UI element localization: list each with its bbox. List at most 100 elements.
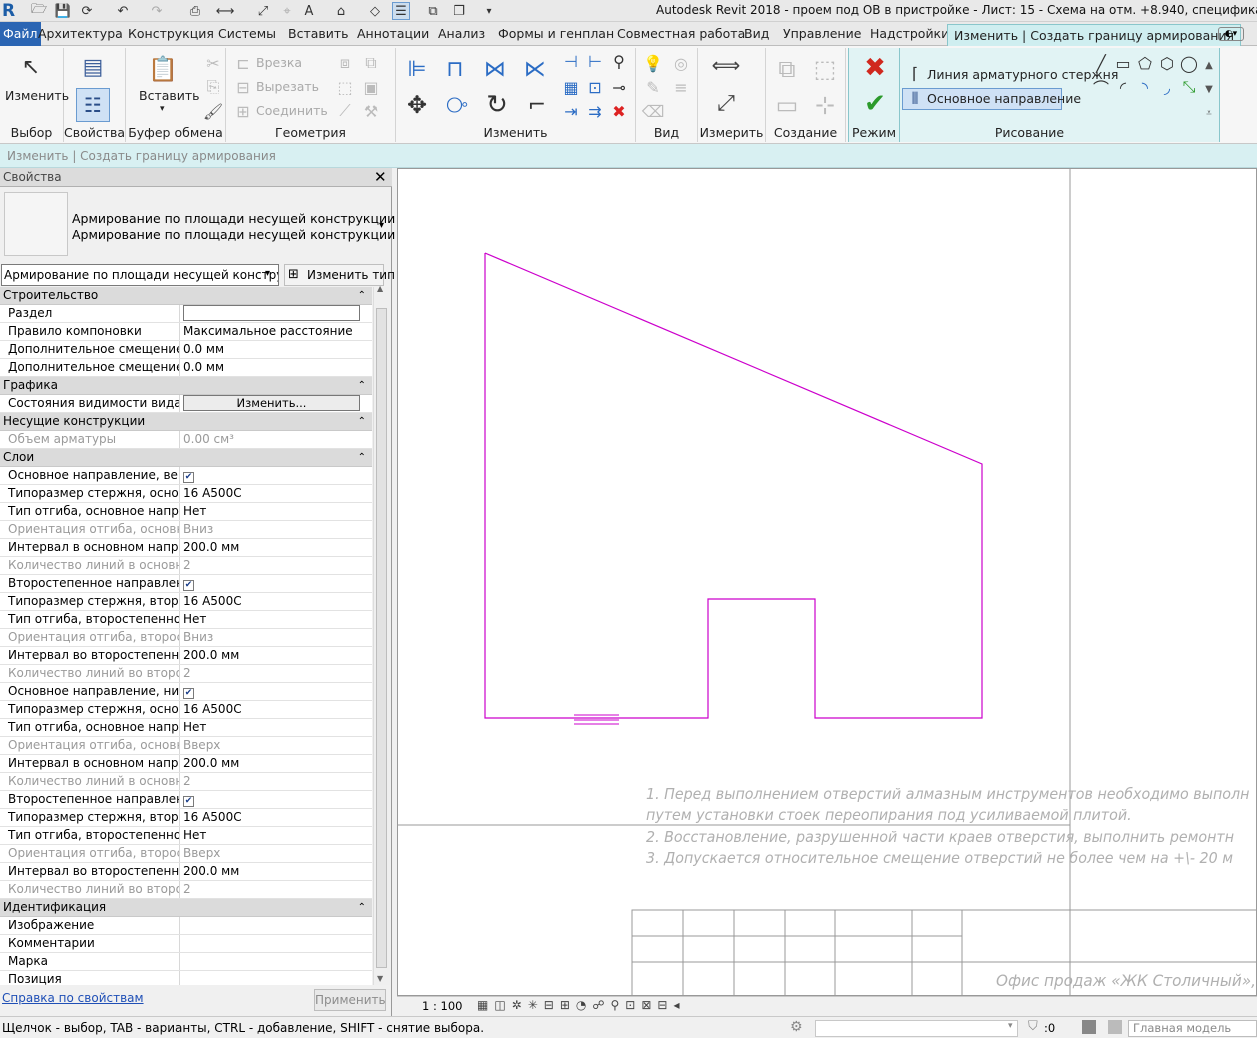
filter-icon[interactable]: ≡ bbox=[670, 76, 692, 98]
filter-icon[interactable]: ⛉ bbox=[1028, 1019, 1038, 1034]
property-value[interactable]: 200.0 мм bbox=[180, 647, 372, 664]
property-checkbox[interactable]: ✔ bbox=[183, 688, 194, 699]
tag-icon[interactable]: ⌖ bbox=[278, 2, 296, 20]
copy-element-icon[interactable]: ⧂ bbox=[442, 90, 472, 120]
property-group-header[interactable]: Графика ⌃ bbox=[0, 377, 372, 395]
workset-dropdown[interactable] bbox=[815, 1020, 1018, 1037]
mirror-draw-icon[interactable]: ⋉ bbox=[520, 54, 550, 84]
collapse-group-icon[interactable]: ⌃ bbox=[358, 287, 366, 304]
tab-view[interactable]: Вид bbox=[738, 22, 775, 46]
trim-icon[interactable]: ⟋ bbox=[334, 100, 356, 122]
paste-dropdown-icon[interactable]: ▾ bbox=[160, 104, 165, 114]
scroll-up-icon[interactable]: ▲ bbox=[377, 284, 383, 293]
property-checkbox[interactable]: ✔ bbox=[183, 580, 194, 591]
move-icon[interactable]: ✥ bbox=[402, 90, 432, 120]
property-value[interactable]: 16 A500C bbox=[180, 593, 372, 610]
paste-icon[interactable]: 📋 bbox=[148, 54, 178, 84]
trim-extend-icon[interactable]: ⌐ bbox=[522, 90, 552, 120]
cut-geometry-icon[interactable]: ⊟ bbox=[232, 76, 254, 98]
finish-edit-icon[interactable]: ✔ bbox=[861, 89, 889, 119]
split-icon[interactable]: ⊣ bbox=[560, 50, 582, 72]
property-group-header[interactable]: Идентификация ⌃ bbox=[0, 899, 372, 917]
property-value[interactable] bbox=[180, 305, 372, 322]
wall-joins-icon[interactable]: ⧈ bbox=[334, 52, 356, 74]
demolish-icon[interactable]: ⬚ bbox=[334, 76, 356, 98]
property-value[interactable]: 200.0 мм bbox=[180, 755, 372, 772]
close-icon[interactable]: ✕ bbox=[374, 168, 387, 186]
property-value[interactable]: Максимальное расстояние bbox=[180, 323, 372, 340]
center-arc-icon[interactable]: ◜ bbox=[1112, 76, 1134, 98]
property-value[interactable]: 16 A500C bbox=[180, 701, 372, 718]
inscribed-polygon-icon[interactable]: ⬠ bbox=[1134, 52, 1156, 74]
hide-icon[interactable]: ◎ bbox=[670, 52, 692, 74]
sync-icon[interactable]: ⟳ bbox=[78, 2, 96, 20]
property-value[interactable] bbox=[180, 971, 372, 985]
cancel-edit-icon[interactable]: ✖ bbox=[861, 53, 889, 83]
mirror-axis-icon[interactable]: ⋈ bbox=[480, 54, 510, 84]
cut-icon[interactable]: ✂ bbox=[202, 52, 224, 74]
aligned-dimension-icon[interactable]: ⤢ bbox=[706, 91, 746, 116]
split-gap-icon[interactable]: ⊢ bbox=[584, 50, 606, 72]
bar-line-icon[interactable]: ⌈ bbox=[904, 62, 926, 84]
array-icon[interactable]: ▦ bbox=[560, 76, 582, 98]
cope-button[interactable]: Врезка bbox=[256, 55, 302, 70]
property-value[interactable]: 0.0 мм bbox=[180, 359, 372, 376]
area-reinforcement-boundary[interactable] bbox=[484, 252, 983, 719]
modify-button[interactable]: Изменить bbox=[5, 88, 69, 103]
tangent-arc-icon[interactable]: ◝ bbox=[1134, 76, 1156, 98]
property-value[interactable]: Нет bbox=[180, 827, 372, 844]
chevron-down-icon[interactable]: ▾ bbox=[265, 268, 270, 279]
property-value[interactable]: ✔ bbox=[180, 683, 372, 700]
tab-systems[interactable]: Системы bbox=[212, 22, 282, 46]
thin-lines-icon[interactable]: ☰ bbox=[392, 2, 410, 20]
scroll-down-icon[interactable]: ▼ bbox=[377, 974, 383, 983]
property-value[interactable] bbox=[180, 935, 372, 952]
create-parts-icon[interactable]: ⧉ bbox=[772, 54, 802, 84]
property-value[interactable]: 200.0 мм bbox=[180, 863, 372, 880]
design-options-icon[interactable] bbox=[1082, 1020, 1096, 1034]
join-icon[interactable]: ⊞ bbox=[232, 100, 254, 122]
gallery-down-icon[interactable]: ▼ bbox=[1198, 78, 1220, 100]
section-icon[interactable]: ◇ bbox=[366, 2, 384, 20]
redo-icon[interactable]: ↷ bbox=[148, 2, 166, 20]
hammer-icon[interactable]: ⚒ bbox=[360, 100, 382, 122]
worksets-icon[interactable]: ⚙ bbox=[790, 1019, 803, 1035]
create-group-icon[interactable]: ▭ bbox=[772, 90, 802, 120]
line-tool-icon[interactable]: ╱ bbox=[1090, 52, 1112, 74]
eraser-icon[interactable]: ⌫ bbox=[642, 100, 665, 122]
print-icon[interactable]: ⎙ bbox=[186, 2, 204, 20]
extend-multiple-icon[interactable]: ⇉ bbox=[584, 100, 606, 122]
property-value[interactable]: Нет bbox=[180, 503, 372, 520]
save-icon[interactable]: 💾 bbox=[54, 2, 72, 20]
scrollbar-thumb[interactable] bbox=[376, 308, 387, 968]
collapse-group-icon[interactable]: ⌃ bbox=[358, 377, 366, 394]
design-option-selector[interactable]: Главная модель bbox=[1128, 1020, 1257, 1037]
rectangle-tool-icon[interactable]: ▭ bbox=[1112, 52, 1134, 74]
revit-logo[interactable]: R bbox=[2, 1, 20, 21]
property-value[interactable]: Нет bbox=[180, 719, 372, 736]
property-checkbox[interactable]: ✔ bbox=[183, 472, 194, 483]
copy-icon[interactable]: ⎘ bbox=[202, 76, 224, 98]
property-value[interactable]: ✔ bbox=[180, 791, 372, 808]
workset-dropdown-icon[interactable]: ▾ bbox=[1008, 1021, 1013, 1031]
tab-collaborate[interactable]: Совместная работа bbox=[611, 22, 751, 46]
measure-between-icon[interactable]: ⟺ bbox=[706, 53, 746, 77]
customize-qat-icon[interactable]: ▾ bbox=[480, 2, 498, 20]
tab-modify-create-area-boundary[interactable]: Изменить | Создать границу армирования bbox=[947, 24, 1242, 47]
gallery-up-icon[interactable]: ▲ bbox=[1198, 54, 1220, 76]
measure-icon[interactable]: ⟷ bbox=[216, 2, 235, 20]
offset-icon[interactable]: ⊓ bbox=[440, 54, 470, 84]
property-value[interactable]: Изменить... bbox=[180, 395, 372, 412]
properties-help-link[interactable]: Справка по свойствам bbox=[2, 991, 144, 1005]
create-similar-icon[interactable]: ⊹ bbox=[810, 90, 840, 120]
circumscribed-polygon-icon[interactable]: ⬡ bbox=[1156, 52, 1178, 74]
tab-analyze[interactable]: Анализ bbox=[432, 22, 491, 46]
property-value[interactable] bbox=[180, 953, 372, 970]
property-value[interactable]: Нет bbox=[180, 611, 372, 628]
edit-type-button[interactable]: ⊞ Изменить тип bbox=[284, 264, 395, 286]
collapse-group-icon[interactable]: ⌃ bbox=[358, 899, 366, 916]
split-face-icon[interactable]: ⧉ bbox=[360, 52, 382, 74]
visibility-states-edit-button[interactable]: Изменить... bbox=[183, 395, 360, 411]
type-properties-icon[interactable]: ▤ bbox=[78, 52, 108, 82]
view-controls-icons[interactable]: ▦◫✲✳⊟⊞◔☍⚲⊡⊠⊟◂ bbox=[477, 998, 686, 1012]
